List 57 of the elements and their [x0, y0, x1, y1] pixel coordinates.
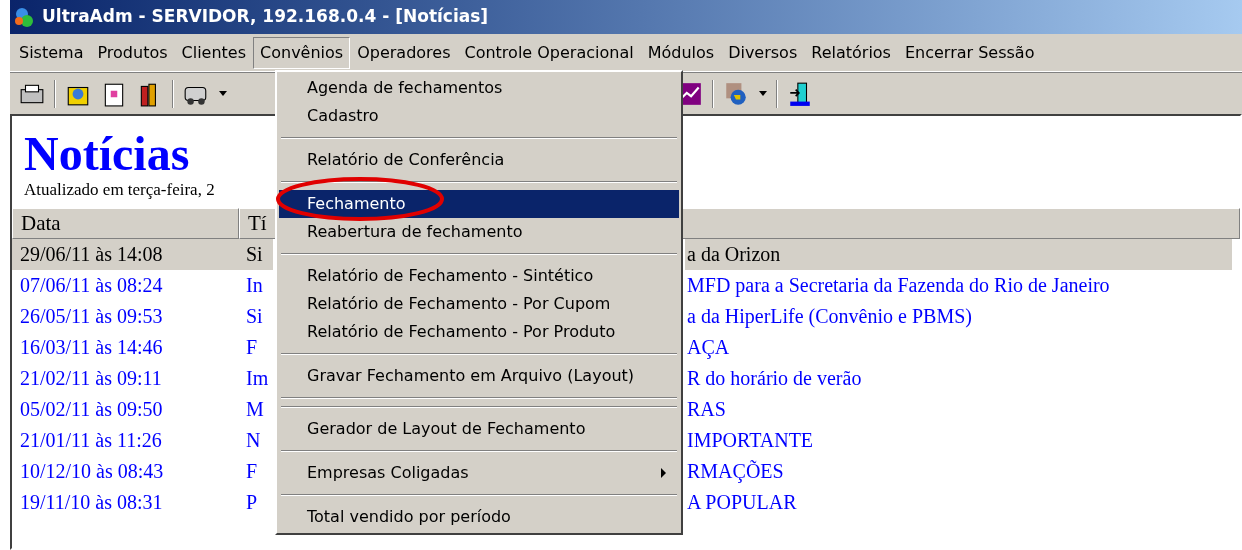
table-cell-text: a da HiperLife (Convênio e PBMS) [686, 304, 973, 330]
menu-item[interactable]: Produtos [90, 36, 175, 69]
table-cell[interactable]: 26/05/11 às 09:53 [12, 301, 245, 332]
menu-item[interactable]: Operadores [350, 36, 458, 69]
table-cell: Si [245, 239, 273, 270]
caret-icon[interactable] [218, 90, 228, 97]
column-header[interactable]: Data [12, 208, 239, 239]
table-cell[interactable]: 29/06/11 às 14:08 [12, 239, 245, 270]
table-cell-text: Im [245, 366, 270, 391]
menu-item[interactable]: Gravar Fechamento em Arquivo (Layout) [279, 362, 679, 390]
app-logo-icon [14, 6, 34, 28]
table-cell-text: MFD para a Secretaria da Fazenda do Rio de Janeiro [686, 273, 1111, 299]
table-cell-text: Si [245, 304, 264, 329]
table-cell[interactable]: 10/12/10 às 08:43 [12, 456, 245, 487]
menu-item[interactable]: Sistema [12, 36, 91, 69]
table-cell-text: In [245, 273, 264, 298]
exit-icon[interactable] [787, 80, 813, 107]
menu-item[interactable]: Diversos [721, 36, 805, 69]
table-cell-text: F [245, 459, 259, 484]
table-cell-text: A POPULAR [686, 490, 798, 515]
table-cell[interactable]: 07/06/11 às 08:24 [12, 270, 245, 301]
menu-item[interactable]: Clientes [174, 36, 254, 69]
menu-item[interactable]: Relatório de Fechamento - Sintético [279, 262, 679, 290]
globe-icon[interactable] [723, 80, 749, 107]
table-cell-text: M [245, 397, 265, 422]
table-cell-text: R do horário de verão [686, 366, 863, 391]
table-cell: a da Orizon [685, 239, 1232, 270]
table-cell[interactable]: 05/02/11 às 09:50 [12, 394, 245, 425]
menu-item[interactable]: Gerador de Layout de Fechamento [279, 415, 679, 443]
menu-item[interactable]: Total vendido por período [279, 503, 679, 531]
table-cell-text: IMPORTANTE [686, 428, 815, 453]
menu-item[interactable]: Relatório de Fechamento - Por Produto [279, 318, 679, 346]
table-cell-text: F [245, 335, 259, 360]
menu-item[interactable]: Relatório de Fechamento - Por Cupom [279, 290, 679, 318]
menu-item[interactable]: Módulos [640, 36, 722, 69]
table-cell[interactable]: 19/11/10 às 08:31 [12, 487, 245, 518]
table-cell[interactable]: 21/02/11 às 09:11 [12, 363, 245, 394]
table-cell[interactable]: 21/01/11 às 11:26 [12, 425, 245, 456]
caret-icon[interactable] [758, 90, 768, 97]
menu-item[interactable]: Controle Operacional [457, 36, 641, 69]
updated-text: Atualizado em terça-feira, 2 [24, 180, 215, 200]
menu-item[interactable]: Agenda de fechamentos [279, 74, 679, 102]
window-title: UltraAdm - SERVIDOR, 192.168.0.4 - [Notícias] [42, 5, 489, 29]
table-cell[interactable]: 16/03/11 às 14:46 [12, 332, 245, 363]
menu-item[interactable]: Cadastro [279, 102, 679, 130]
table-cell-text: AÇA [686, 335, 731, 361]
table-cell-text: N [245, 428, 262, 453]
table-cell-text: RAS [686, 397, 727, 422]
menu-item[interactable]: Convênios [253, 36, 351, 69]
table-cell-text: RMAÇÕES [686, 459, 785, 485]
menu-item[interactable]: Fechamento [279, 190, 679, 218]
menu-item[interactable]: Encerrar Sessão [897, 36, 1042, 69]
menu-item[interactable]: Empresas Coligadas [279, 459, 679, 487]
menu-item[interactable]: Relatório de Conferência [279, 146, 679, 174]
menu-item[interactable]: Relatórios [804, 36, 898, 69]
page-heading: Notícias [24, 128, 190, 180]
table-cell-text: P [245, 490, 259, 515]
